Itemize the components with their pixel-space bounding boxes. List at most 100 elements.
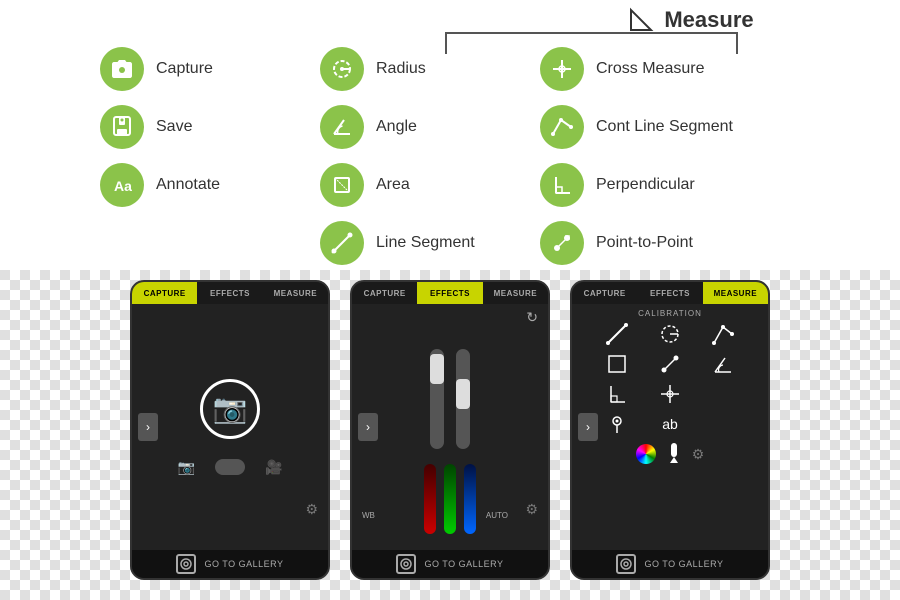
color-wheel-icon[interactable] xyxy=(636,444,656,464)
capture-label: Capture xyxy=(156,60,213,78)
gallery-icon-svg3 xyxy=(620,558,632,570)
slider-red[interactable] xyxy=(424,464,436,534)
tool-item-annotate[interactable]: Aa Annotate xyxy=(100,156,320,214)
phone1-gear-icon[interactable]: ⚙ xyxy=(305,501,318,518)
measure-title: Measure xyxy=(664,7,753,33)
phone2-tab-measure[interactable]: MEASURE xyxy=(483,282,548,304)
phone1-tab-measure[interactable]: MEASURE xyxy=(263,282,328,304)
slider-thumb-2[interactable] xyxy=(456,379,470,409)
phone2-body: › ↻ WB AUTO ⚙ xyxy=(352,304,548,550)
annotate-icon-circle: Aa xyxy=(100,163,144,207)
top-section: Measure Capture xyxy=(0,0,900,270)
m-area-icon[interactable] xyxy=(595,353,640,375)
slider-thumb-1[interactable] xyxy=(430,354,444,384)
big-camera-icon: 📷 xyxy=(200,379,260,439)
capture-icon-circle xyxy=(100,47,144,91)
perpendicular-icon xyxy=(550,173,574,197)
perpendicular-label: Perpendicular xyxy=(596,176,695,194)
phone1-gallery-label[interactable]: GO TO GALLERY xyxy=(204,559,283,569)
phone3-gear-icon[interactable]: ⚙ xyxy=(692,446,705,463)
phone1-tabs: CAPTURE EFFECTS MEASURE xyxy=(132,282,328,304)
phone3-bottom-icons: ⚙ xyxy=(577,443,763,465)
m-radius-icon[interactable] xyxy=(648,323,693,345)
bottom-section: CAPTURE EFFECTS MEASURE › 📷 📷 🎥 ⚙ xyxy=(0,275,900,600)
tool-item-perpendicular[interactable]: Perpendicular xyxy=(540,156,790,214)
phone3-gallery-label[interactable]: GO TO GALLERY xyxy=(644,559,723,569)
annotate-label: Annotate xyxy=(156,176,220,194)
m-angle-icon[interactable] xyxy=(700,353,745,375)
line-segment-icon-circle xyxy=(320,221,364,265)
m-line-seg-icon[interactable] xyxy=(595,323,640,345)
effects-content xyxy=(352,304,548,550)
phone2-tabs: CAPTURE EFFECTS MEASURE xyxy=(352,282,548,304)
measure-content: CALIBRATION xyxy=(572,304,768,550)
phone3-body: › CALIBRATION xyxy=(572,304,768,550)
m-point-pt-icon[interactable] xyxy=(648,353,693,375)
phone-effects: CAPTURE EFFECTS MEASURE › ↻ xyxy=(350,280,550,580)
toggle-switch[interactable] xyxy=(215,459,245,475)
radius-icon-circle xyxy=(320,47,364,91)
dropper-icon[interactable] xyxy=(666,443,682,465)
tool-item-area[interactable]: Area xyxy=(320,156,540,214)
point-to-point-label: Point-to-Point xyxy=(596,234,693,252)
m-perp-icon[interactable] xyxy=(595,383,640,405)
phone2-bottom-bar: GO TO GALLERY xyxy=(352,550,548,578)
m-pin-icon[interactable] xyxy=(595,413,640,435)
tool-item-radius[interactable]: Radius xyxy=(320,40,540,98)
tool-item-capture[interactable]: Capture xyxy=(100,40,320,98)
m-cont-line-icon[interactable] xyxy=(700,323,745,345)
phone3-tab-capture[interactable]: CAPTURE xyxy=(572,282,637,304)
camera-icon xyxy=(110,57,134,81)
tool-item-cross-measure[interactable]: Cross Measure xyxy=(540,40,790,98)
line-segment-icon xyxy=(330,231,354,255)
tool-item-point-to-point[interactable]: Point-to-Point xyxy=(540,214,790,272)
phone2-gallery-label[interactable]: GO TO GALLERY xyxy=(424,559,503,569)
phone-measure: CAPTURE EFFECTS MEASURE › CALIBRATION xyxy=(570,280,770,580)
tool-item-save[interactable]: Save xyxy=(100,98,320,156)
radius-label: Radius xyxy=(376,60,426,78)
angle-icon xyxy=(330,115,354,139)
capture-small-icons: 📷 🎥 xyxy=(178,459,283,476)
phone1-nav-arrow[interactable]: › xyxy=(138,413,158,441)
m-cross-icon[interactable] xyxy=(648,383,693,405)
cross-measure-label: Cross Measure xyxy=(596,60,704,78)
area-label: Area xyxy=(376,176,410,194)
measure-icons-grid: ab xyxy=(595,323,745,435)
wb-label: WB xyxy=(362,511,375,520)
cont-line-label: Cont Line Segment xyxy=(596,118,733,136)
phone3-bottom-bar: GO TO GALLERY xyxy=(572,550,768,578)
phone3-gallery-icon[interactable] xyxy=(616,554,636,574)
phone1-tab-capture[interactable]: CAPTURE xyxy=(132,282,197,304)
phone3-tab-measure[interactable]: MEASURE xyxy=(703,282,768,304)
phone2-gear-icon[interactable]: ⚙ xyxy=(525,501,538,518)
tool-item-angle[interactable]: Angle xyxy=(320,98,540,156)
phone1-body: › 📷 📷 🎥 ⚙ xyxy=(132,304,328,550)
calibration-label: CALIBRATION xyxy=(577,309,763,318)
phone1-bottom-bar: GO TO GALLERY xyxy=(132,550,328,578)
video-icon: 🎥 xyxy=(265,459,282,476)
sliders-area xyxy=(430,329,470,449)
phone1-tab-effects[interactable]: EFFECTS xyxy=(197,282,262,304)
cross-measure-icon xyxy=(550,57,574,81)
slider-white-2[interactable] xyxy=(456,349,470,449)
svg-text:Aa: Aa xyxy=(114,178,132,194)
m-empty xyxy=(700,383,745,405)
area-icon xyxy=(330,173,354,197)
phone2-tab-capture[interactable]: CAPTURE xyxy=(352,282,417,304)
perpendicular-icon-circle xyxy=(540,163,584,207)
phone2-tab-effects[interactable]: EFFECTS xyxy=(417,282,482,304)
tool-item-line-segment[interactable]: Line Segment xyxy=(320,214,540,272)
tool-item-cont-line-segment[interactable]: Cont Line Segment xyxy=(540,98,790,156)
slider-white-1[interactable] xyxy=(430,349,444,449)
m-text-ab[interactable]: ab xyxy=(648,413,693,435)
phone3-tab-effects[interactable]: EFFECTS xyxy=(637,282,702,304)
annotate-icon: Aa xyxy=(110,173,134,197)
phone1-gallery-icon[interactable] xyxy=(176,554,196,574)
phone-capture: CAPTURE EFFECTS MEASURE › 📷 📷 🎥 ⚙ xyxy=(130,280,330,580)
cross-measure-icon-circle xyxy=(540,47,584,91)
phone2-gallery-icon[interactable] xyxy=(396,554,416,574)
slider-green[interactable] xyxy=(444,464,456,534)
slider-blue[interactable] xyxy=(464,464,476,534)
gallery-icon-svg xyxy=(180,558,192,570)
phone3-tabs: CAPTURE EFFECTS MEASURE xyxy=(572,282,768,304)
